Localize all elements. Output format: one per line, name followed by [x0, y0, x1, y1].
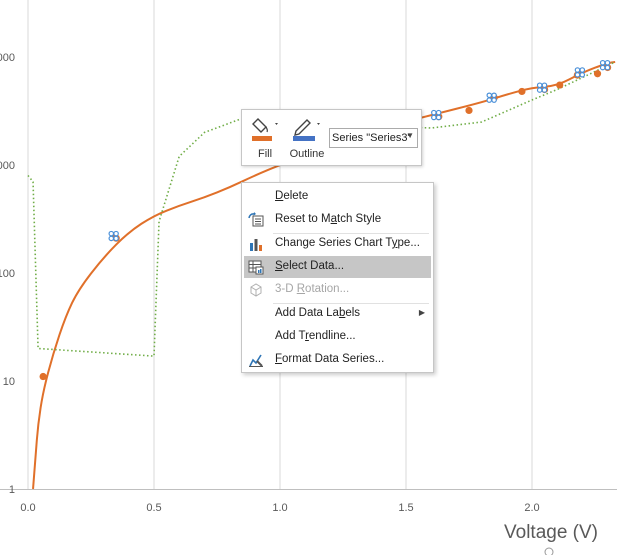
selection-handle [108, 235, 115, 242]
y-tick-label: 000 [0, 52, 15, 64]
selection-handle [491, 92, 497, 99]
selection-handle [599, 59, 606, 66]
selection-handle [435, 109, 442, 116]
selection-handle [536, 82, 543, 89]
selected-series-marker [536, 82, 548, 93]
x-tick-label: 0.5 [146, 502, 161, 514]
selection-handle [431, 114, 437, 121]
submenu-arrow-icon: ▶ [418, 308, 425, 317]
series-selector-dropdown[interactable]: Series "Series3" ▼ [329, 128, 418, 148]
scroll-handle [544, 547, 554, 555]
selection-handle [491, 97, 497, 103]
menu-item-3d-rotation[interactable]: 3-D Rotation... [244, 279, 431, 301]
selection-handle [435, 114, 442, 121]
selected-series-marker [574, 67, 586, 78]
y-tick-label: 000 [0, 160, 15, 172]
data-point-marker [39, 372, 47, 381]
y-tick-labels: 1 10 100 000 000 [0, 52, 15, 496]
selection-handle [486, 97, 493, 103]
format-mini-toolbar: Fill Outline Series "Series3" ▼ [241, 109, 422, 166]
y-tick-label: 1 [9, 484, 15, 496]
menu-item-reset-to-match-style[interactable]: Reset to Match Style [244, 209, 431, 231]
x-tick-label: 1.5 [398, 502, 413, 514]
data-point-marker [518, 87, 526, 96]
x-axis-title: Voltage (V) [504, 522, 598, 543]
select-data-icon [248, 260, 264, 275]
menu-item-select-data[interactable]: Select Data... [244, 256, 431, 278]
selection-handle [541, 82, 548, 89]
x-tick-label: 0.0 [20, 502, 35, 514]
selection-handle [541, 87, 548, 93]
y-tick-label: 10 [3, 376, 15, 388]
selected-series-marker [108, 230, 119, 242]
selection-handle [579, 67, 586, 73]
x-tick-labels: 0.0 0.5 1.0 1.5 2.0 [20, 502, 539, 514]
selection-handle [574, 72, 581, 78]
reset-style-icon [248, 212, 264, 227]
series-selector-value: Series "Series3" [332, 132, 412, 144]
menu-item-add-trendline[interactable]: Add Trendline... [244, 326, 431, 348]
y-tick-label: 100 [0, 268, 15, 280]
selected-series-marker [599, 59, 611, 71]
menu-item-format-data-series[interactable]: Format Data Series... [244, 349, 431, 371]
selection-handle [599, 64, 606, 71]
selection-handle [108, 230, 115, 237]
selection-handle [486, 92, 493, 99]
x-tick-label: 1.0 [272, 502, 287, 514]
selection-handle [113, 230, 119, 237]
selected-series-marker [431, 109, 442, 121]
x-tick-label: 2.0 [524, 502, 539, 514]
menu-item-add-data-labels[interactable]: Add Data Labels ▶ [244, 303, 431, 325]
chevron-down-icon: ▼ [406, 131, 414, 140]
selection-handle [604, 59, 611, 66]
context-menu: Delete Reset to Match Style Change Serie… [241, 182, 434, 373]
3d-rotation-icon [250, 283, 262, 297]
paint-bucket-icon [252, 118, 278, 141]
selection-handle [431, 109, 437, 116]
outline-button[interactable]: Outline [286, 114, 328, 162]
format-series-icon [249, 354, 263, 367]
selection-handle [113, 235, 119, 242]
data-point-marker [593, 70, 602, 78]
fill-label: Fill [257, 148, 273, 160]
pencil-outline-icon [293, 119, 320, 141]
selection-handle [579, 72, 586, 78]
selection-handle [536, 87, 543, 93]
menu-item-change-series-chart-type[interactable]: Change Series Chart Type... [244, 233, 431, 255]
data-point-marker [556, 81, 564, 89]
outline-label: Outline [289, 148, 325, 160]
menu-item-delete[interactable]: Delete [244, 186, 431, 208]
selection-handle [574, 67, 581, 73]
bar-chart-icon [250, 239, 262, 251]
data-point-marker [465, 106, 473, 115]
selection-handle [604, 64, 611, 71]
selected-series-marker [486, 92, 497, 103]
fill-button[interactable]: Fill [246, 114, 284, 162]
